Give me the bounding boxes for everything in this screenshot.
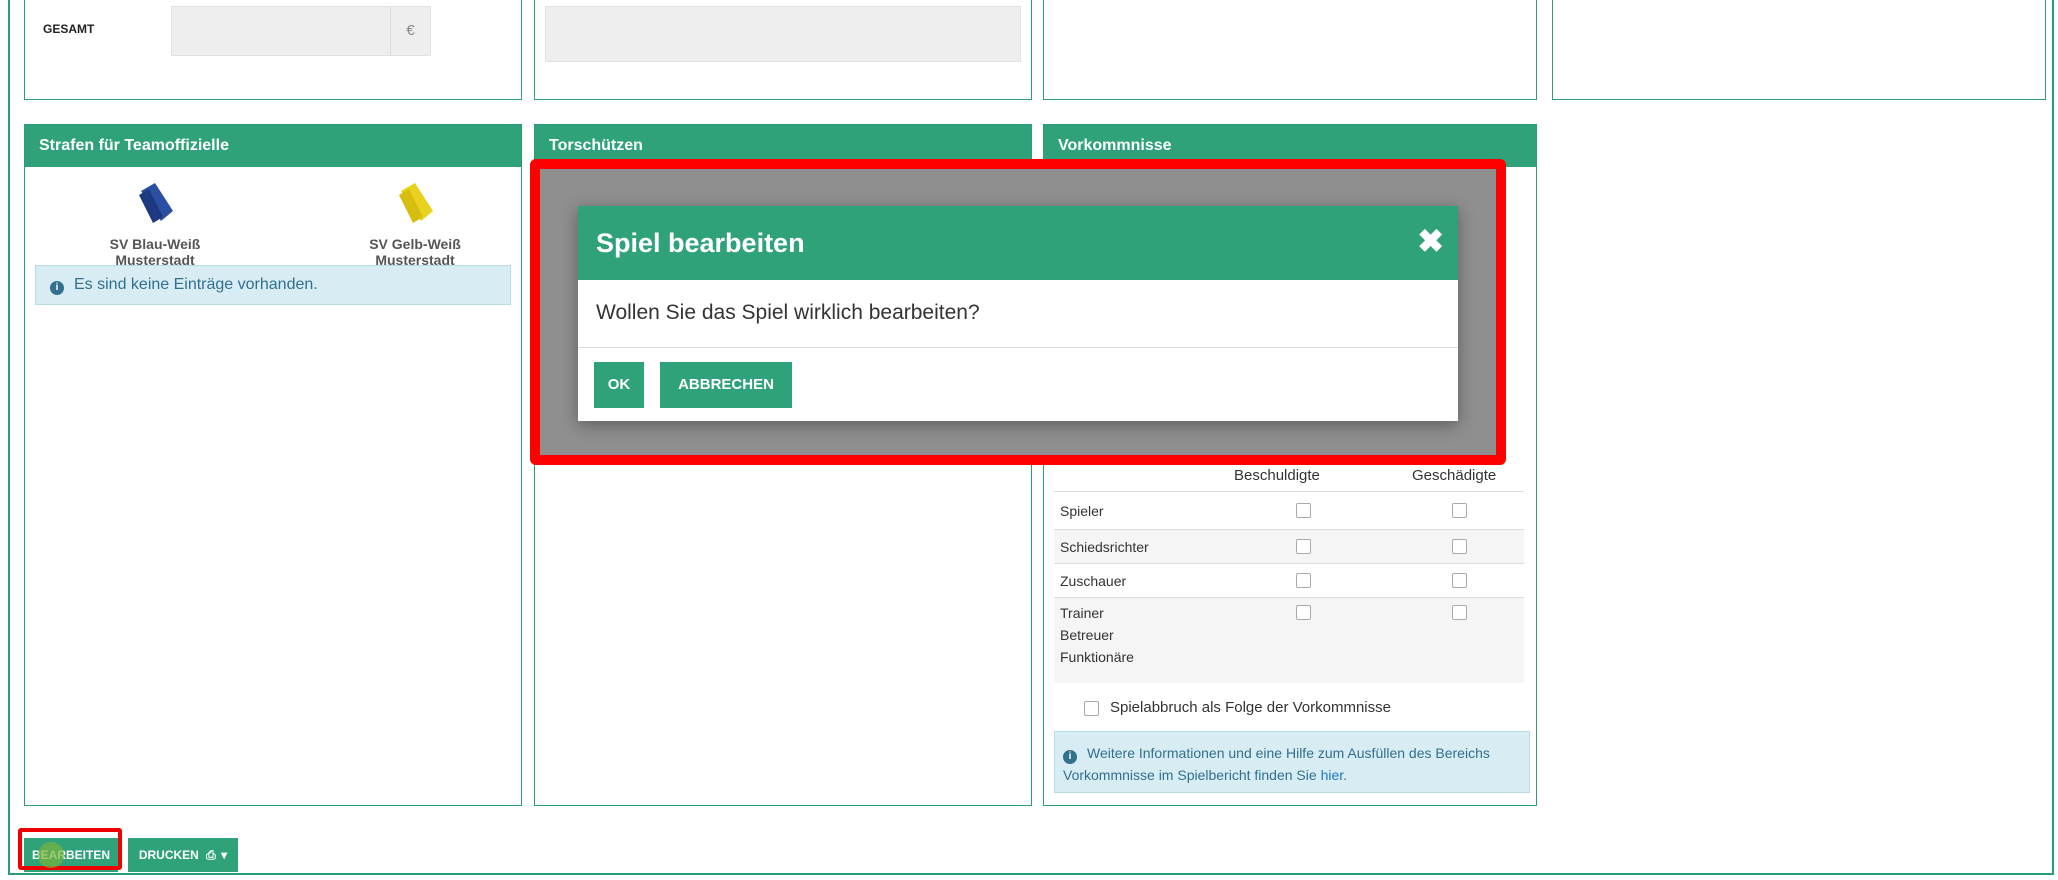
spielabbruch-checkbox[interactable]: [1084, 701, 1099, 716]
vorkommnisse-info: i Weitere Informationen und eine Hilfe zu…: [1054, 731, 1530, 793]
drucken-button[interactable]: DRUCKEN ⎙ ▾: [128, 838, 238, 872]
vorkommnisse-info-text: Weitere Informationen und eine Hilfe zum…: [1063, 745, 1490, 783]
gesamt-input[interactable]: €: [171, 6, 431, 56]
abbrechen-button[interactable]: ABBRECHEN: [660, 362, 792, 408]
close-icon[interactable]: ✖: [1417, 206, 1444, 276]
row-label: Zuschauer: [1060, 573, 1127, 589]
team-home-logo-icon: [139, 183, 173, 223]
col-beschuldigte: Beschuldigte: [1234, 467, 1320, 484]
dialog-title: Spiel bearbeiten: [596, 228, 805, 258]
trainer-geschaedigte-checkbox[interactable]: [1452, 605, 1467, 620]
strafen-title: Strafen für Teamoffizielle: [25, 125, 521, 167]
schiedsrichter-geschaedigte-checkbox[interactable]: [1452, 539, 1467, 554]
teams-row: SV Blau-Weiß Musterstadt SV Gelb-Weiß Mu…: [25, 181, 521, 268]
team-away-name-1: SV Gelb-Weiß: [369, 236, 461, 252]
hilfe-link[interactable]: hier: [1321, 767, 1344, 783]
empty-panel-2: [1552, 0, 2046, 100]
no-entries-text: Es sind keine Einträge vorhanden.: [74, 276, 318, 293]
table-row-spieler: Spieler: [1054, 491, 1524, 529]
highlight-outline-bearbeiten: [18, 828, 122, 870]
schiedsrichter-beschuldigte-checkbox[interactable]: [1296, 539, 1311, 554]
table-row-schiedsrichter: Schiedsrichter: [1054, 529, 1524, 563]
zuschauer-geschaedigte-checkbox[interactable]: [1452, 573, 1467, 588]
info-icon: i: [1063, 750, 1077, 764]
spielabbruch-option[interactable]: Spielabbruch als Folge der Vorkommnisse: [1084, 699, 1391, 716]
cursor-click-marker: [38, 842, 64, 868]
row-label: Spieler: [1060, 503, 1104, 519]
drucken-label: DRUCKEN: [138, 848, 199, 862]
spieler-beschuldigte-checkbox[interactable]: [1296, 503, 1311, 518]
info-icon: i: [50, 281, 64, 295]
team-home-name-1: SV Blau-Weiß: [109, 236, 201, 252]
ok-button[interactable]: OK: [594, 362, 644, 408]
dialog-header: Spiel bearbeiten ✖: [578, 206, 1458, 280]
trainer-beschuldigte-checkbox[interactable]: [1296, 605, 1311, 620]
row-label-extra-2: Funktionäre: [1060, 649, 1134, 665]
empty-panel-1: [1043, 0, 1537, 100]
team-away: SV Gelb-Weiß Musterstadt: [325, 181, 505, 268]
dialog-footer: OK ABBRECHEN: [578, 348, 1458, 420]
chevron-down-icon: ▾: [221, 848, 228, 862]
bemerkung-panel: [534, 0, 1032, 100]
bemerkung-textarea[interactable]: [545, 6, 1021, 62]
zuschauer-beschuldigte-checkbox[interactable]: [1296, 573, 1311, 588]
col-geschaedigte: Geschädigte: [1412, 467, 1497, 484]
kosten-panel: GESAMT €: [24, 0, 522, 100]
printer-icon: ⎙: [206, 848, 216, 862]
euro-addon: €: [390, 7, 430, 55]
team-home: SV Blau-Weiß Musterstadt: [65, 181, 245, 268]
spielabbruch-label: Spielabbruch als Folge der Vorkommnisse: [1110, 699, 1391, 716]
row-label-extra-1: Betreuer: [1060, 627, 1114, 643]
gesamt-label: GESAMT: [43, 22, 95, 36]
row-label: Trainer: [1060, 605, 1104, 621]
team-away-logo-icon: [399, 183, 433, 223]
row-label: Schiedsrichter: [1060, 539, 1149, 555]
dialog-message: Wollen Sie das Spiel wirklich bearbeiten…: [578, 280, 1458, 348]
info-end: .: [1343, 767, 1348, 783]
spieler-geschaedigte-checkbox[interactable]: [1452, 503, 1467, 518]
spiel-bearbeiten-dialog: Spiel bearbeiten ✖ Wollen Sie das Spiel …: [578, 206, 1458, 421]
table-row-trainer: Trainer Betreuer Funktionäre: [1054, 597, 1524, 683]
table-row-zuschauer: Zuschauer: [1054, 563, 1524, 597]
strafen-panel: Strafen für Teamoffizielle SV Blau-Weiß …: [24, 124, 522, 806]
no-entries-info: i Es sind keine Einträge vorhanden.: [35, 265, 511, 305]
